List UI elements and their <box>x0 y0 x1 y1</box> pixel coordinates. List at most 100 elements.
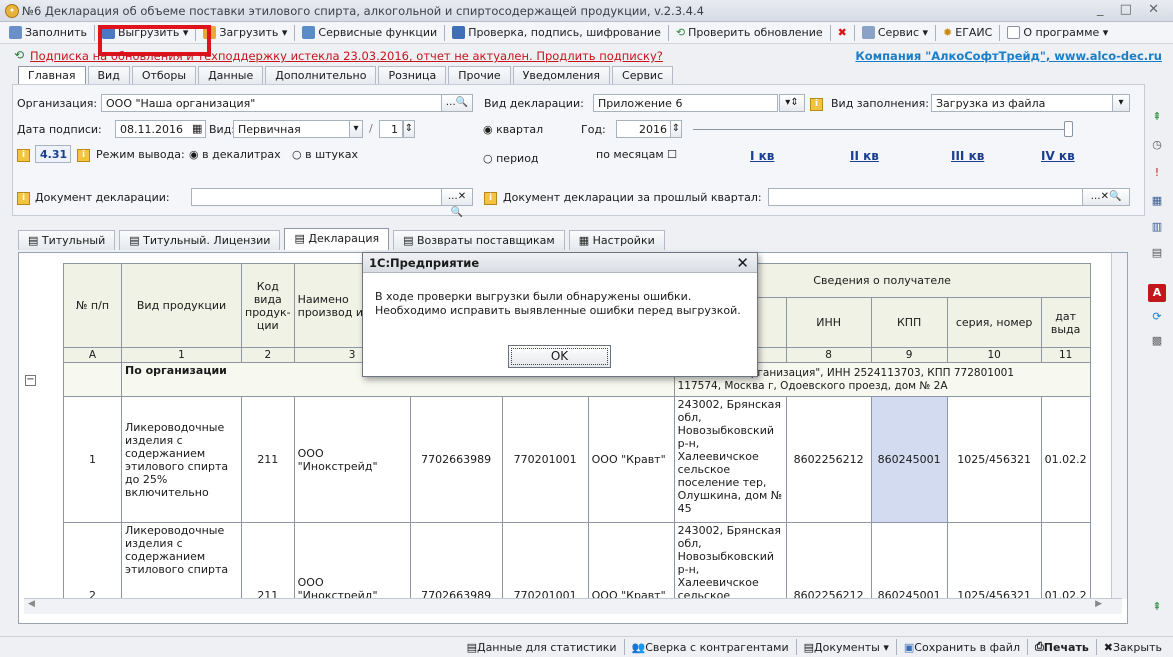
tab-service[interactable]: Сервис <box>612 66 674 85</box>
about-button[interactable]: О программе ▾ <box>1002 23 1113 43</box>
tab-notifications[interactable]: Уведомления <box>512 66 611 85</box>
window-controls[interactable]: _ □ ✕ <box>1097 2 1165 17</box>
save-to-file-button[interactable]: ▣ Сохранить в файл <box>899 637 1025 657</box>
refresh-icon[interactable]: ⟳ <box>1148 308 1166 326</box>
pdf-icon[interactable]: A <box>1148 284 1166 302</box>
document-icon[interactable]: ▤ <box>1148 244 1166 262</box>
quarter-1-link[interactable]: I кв <box>750 149 774 163</box>
table-icon[interactable]: ▦ <box>1148 192 1166 210</box>
tab-title-page[interactable]: ▤ Титульный <box>18 230 116 250</box>
tab-returns[interactable]: ▤ Возвраты поставщикам <box>393 230 565 250</box>
header-form: Организация: ООО "Наша организация" …🔍 В… <box>12 84 1145 218</box>
organization-label: Организация: <box>17 97 98 110</box>
page-icon: ▤ <box>294 232 309 245</box>
documents-button[interactable]: ▤ Документы ▾ <box>799 637 894 657</box>
kind-dropdown[interactable]: ▾ <box>349 120 363 138</box>
vertical-scrollbar[interactable] <box>1111 253 1127 599</box>
app-icon: ✦ <box>5 4 19 18</box>
grid-settings-icon[interactable]: ▩ <box>1148 332 1166 350</box>
title-bar: ✦ №6 Декларация об объеме поставки этило… <box>0 0 1173 22</box>
horizontal-scrollbar[interactable]: ◀ ▶ <box>24 598 1122 614</box>
ok-button[interactable]: OK <box>508 345 611 368</box>
calendar-icon[interactable]: ▦ <box>192 122 202 135</box>
tab-retail[interactable]: Розница <box>378 66 447 85</box>
dialog-header: 1С:Предприятие ✕ <box>363 253 757 273</box>
tab-filters[interactable]: Отборы <box>131 66 197 85</box>
reconcile-button[interactable]: 👥 Сверка с контрагентами <box>627 637 794 657</box>
prev-document-buttons[interactable]: …✕🔍 <box>1082 188 1130 206</box>
page-icon: ▤ <box>28 234 42 247</box>
quarter-3-link[interactable]: III кв <box>951 149 984 163</box>
clock-icon[interactable]: ◷ <box>1148 136 1166 154</box>
declaration-document-label: Документ декларации: <box>35 191 170 204</box>
quarter-4-link[interactable]: IV кв <box>1041 149 1075 163</box>
correction-number-field[interactable]: 1 <box>379 120 403 138</box>
quarter-2-link[interactable]: II кв <box>850 149 879 163</box>
scroll-left-icon[interactable]: ◀ <box>28 599 35 609</box>
navigate-up-icon[interactable]: ⇞ <box>1148 108 1166 126</box>
egais-button[interactable]: ✹ ЕГАИС <box>938 23 997 43</box>
tab-main[interactable]: Главная <box>18 66 86 85</box>
tab-declaration[interactable]: ▤ Декларация <box>284 228 390 250</box>
check-update-button[interactable]: ⟲ Проверить обновление <box>671 23 828 43</box>
period-radio[interactable]: ○ период <box>483 152 539 165</box>
delete-button[interactable]: ✖ <box>833 23 852 43</box>
selected-cell[interactable]: 860245001 <box>870 396 948 523</box>
tab-data[interactable]: Данные <box>198 66 264 85</box>
dekalitr-radio[interactable]: ◉ в декалитрах <box>189 148 281 161</box>
service-button[interactable]: Сервис ▾ <box>857 23 933 43</box>
refresh-icon: ⟲ <box>14 48 25 62</box>
fill-mode-dropdown[interactable]: ▾ <box>1112 94 1130 112</box>
organization-field[interactable]: ООО "Наша организация" <box>101 94 454 112</box>
toolbar-separator <box>444 24 446 41</box>
scroll-right-icon[interactable]: ▶ <box>1095 599 1102 609</box>
sign-date-label: Дата подписи: <box>17 123 102 136</box>
chart-icon[interactable]: ▥ <box>1148 218 1166 236</box>
table-row[interactable]: 2 Ликероводочные изделия с содержанием э… <box>63 522 1091 604</box>
declaration-type-field[interactable]: Приложение 6 <box>593 94 778 112</box>
toolbar-separator <box>1095 639 1097 655</box>
by-month-checkbox[interactable]: по месяцам ☐ <box>596 148 677 161</box>
fill-button[interactable]: Заполнить <box>4 23 92 43</box>
header-code: Код вида продук-ции <box>241 263 295 348</box>
toolbar-separator <box>623 639 625 655</box>
print-button[interactable]: ⎙ Печать <box>1030 637 1094 657</box>
table-row[interactable]: 1 Ликероводочные изделия с содержанием э… <box>63 396 1091 523</box>
tab-additional[interactable]: Дополнительно <box>265 66 377 85</box>
tab-view[interactable]: Вид <box>87 66 130 85</box>
prev-document-field[interactable] <box>768 188 1083 206</box>
company-link[interactable]: Компания "АлкоСофтТрейд", www.alco-dec.r… <box>855 49 1162 63</box>
alert-icon[interactable]: ! <box>1148 164 1166 182</box>
correction-spinner[interactable]: ⇕ <box>403 120 415 138</box>
toolbar-separator <box>829 24 831 41</box>
organization-select-button[interactable]: …🔍 <box>441 94 473 112</box>
period-slider-handle[interactable] <box>1064 121 1073 137</box>
year-field[interactable]: 2016 <box>616 120 672 138</box>
service-functions-button[interactable]: Сервисные функции <box>297 23 442 43</box>
header-date: дат выда <box>1040 297 1091 348</box>
collapse-icon[interactable]: − <box>25 375 36 386</box>
subscription-link[interactable]: Подписка на обновления и техподдержку ис… <box>30 49 663 63</box>
year-spinner[interactable]: ⇕ <box>670 120 682 138</box>
declaration-document-field[interactable] <box>191 188 443 206</box>
tab-settings[interactable]: ▦ Настройки <box>568 230 665 250</box>
tab-other[interactable]: Прочие <box>448 66 511 85</box>
import-button[interactable]: Загрузить ▾ <box>198 23 292 43</box>
service-icon <box>861 26 875 39</box>
scroll-top-icon[interactable]: ⇞ <box>1148 598 1166 616</box>
declaration-document-buttons[interactable]: …✕🔍 <box>441 188 473 218</box>
close-button[interactable]: ✖ Закрыть <box>1099 637 1167 657</box>
bottom-toolbar: ▤ Данные для статистики 👥 Сверка с контр… <box>0 636 1173 657</box>
fill-mode-field[interactable]: Загрузка из файла <box>931 94 1113 112</box>
quarter-radio[interactable]: ◉ квартал <box>483 123 543 136</box>
period-slider-track[interactable] <box>693 129 1069 130</box>
statistics-button[interactable]: ▤ Данные для статистики <box>462 637 622 657</box>
pieces-radio[interactable]: ○ в штуках <box>292 148 358 161</box>
close-icon[interactable]: ✕ <box>736 254 749 272</box>
declaration-type-dropdown[interactable]: ▾⇕ <box>779 94 805 112</box>
check-sign-encrypt-button[interactable]: Проверка, подпись, шифрование <box>447 23 666 43</box>
toolbar-separator <box>93 24 95 41</box>
kind-field[interactable]: Первичная <box>233 120 351 138</box>
page-icon: ▤ <box>803 640 815 654</box>
tab-title-licenses[interactable]: ▤ Титульный. Лицензии <box>119 230 281 250</box>
